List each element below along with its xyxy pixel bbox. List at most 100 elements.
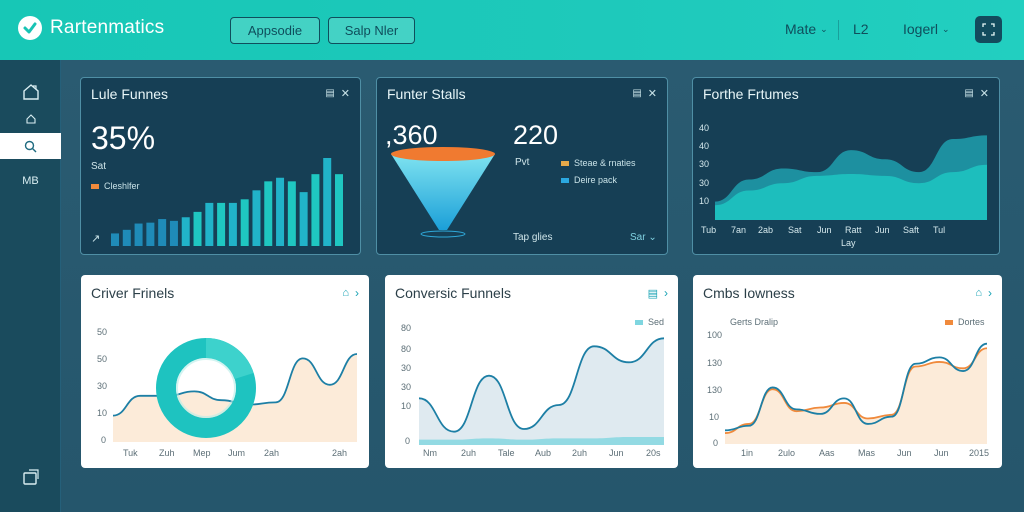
y-tick: 30 [401, 382, 412, 392]
sidebar-item-home-small[interactable] [0, 106, 61, 132]
x-tick: Tul [933, 225, 946, 235]
x-tick: Jun [897, 448, 912, 458]
card-controls: ▤ ✕ [632, 87, 657, 100]
x-tick: 7an [731, 225, 747, 235]
sidebar-item-label: MB [22, 175, 39, 187]
chevron-right-icon[interactable]: › [355, 286, 359, 300]
bar [111, 233, 119, 246]
y-tick: 30 [699, 159, 710, 169]
x-tick: 1in [741, 448, 754, 458]
x-tick: Jun [817, 225, 832, 235]
y-tick: 80 [401, 323, 412, 333]
sidebar-item-mb[interactable]: MB [0, 168, 61, 194]
y-tick: 0 [101, 435, 107, 445]
export-icon[interactable]: ▤ [648, 287, 658, 300]
salp-nler-button[interactable]: Salp Nler [328, 17, 415, 44]
bar [181, 217, 190, 246]
x-tick: Ratt [845, 225, 862, 235]
y-tick: 10 [401, 401, 412, 411]
y-tick: 130 [707, 358, 723, 368]
house-icon [25, 114, 36, 124]
l2-link[interactable]: L2 [853, 21, 869, 37]
x-tick: Tub [701, 225, 717, 235]
bar [287, 181, 296, 246]
x-tick: 20s [646, 448, 661, 458]
y-tick: 10 [97, 408, 108, 418]
footer-dropdown[interactable]: Sar ⌄ [630, 232, 657, 243]
sidebar-item-search[interactable] [0, 133, 61, 159]
close-icon[interactable]: ✕ [648, 87, 657, 100]
home-icon[interactable]: ⌂ [342, 287, 349, 299]
top-bar: Rartenmatics Appsodie Salp Nler Mate ⌄ L… [0, 0, 1024, 60]
bar [323, 158, 332, 246]
chevron-right-icon[interactable]: › [988, 286, 992, 300]
mate-dropdown[interactable]: Mate ⌄ [785, 21, 828, 37]
x-tick: Mep [193, 448, 211, 458]
bar [299, 192, 308, 246]
funnel-graphic [391, 147, 495, 238]
x-tick: Saft [903, 225, 920, 235]
sidebar: MB [0, 60, 61, 512]
card-controls: ▤ ✕ [964, 87, 989, 100]
y-tick: 0 [405, 436, 411, 446]
x-tick: 2015 [969, 448, 990, 458]
y-tick: 30 [97, 381, 108, 391]
bar [146, 222, 155, 246]
user-dropdown[interactable]: Iogerl ⌄ [903, 21, 950, 37]
footer-label: Tap glies [513, 232, 553, 243]
card-title: Lule Funnes [91, 86, 169, 102]
legend-item: Dortes [945, 317, 985, 327]
x-axis-label: Lay [841, 238, 856, 248]
arrow-icon: ↗ [91, 233, 101, 245]
card-conversic-funnels: Conversic Funnels ▤ › Sed 80 80 30 30 10… [385, 275, 678, 468]
y-tick: 40 [699, 123, 710, 133]
appsodie-button[interactable]: Appsodie [230, 17, 320, 44]
chevron-right-icon[interactable]: › [664, 286, 668, 300]
x-tick: Zuh [159, 448, 175, 458]
chevron-down-icon: ⌄ [820, 23, 828, 34]
x-tick: 2ah [332, 448, 348, 458]
chevron-down-icon: ⌄ [648, 232, 657, 243]
card-title: Cmbs Iowness [703, 285, 795, 301]
brand[interactable]: Rartenmatics [18, 16, 164, 40]
sidebar-item-home[interactable] [0, 79, 61, 105]
x-tick: Tale [498, 448, 515, 458]
x-tick: Mas [858, 448, 876, 458]
export-icon[interactable]: ▤ [964, 88, 973, 99]
y-tick: 30 [699, 178, 710, 188]
x-tick: Sat [788, 225, 802, 235]
close-icon[interactable]: ✕ [980, 87, 989, 100]
card-title: Funter Stalls [387, 86, 466, 102]
export-icon[interactable]: ▤ [325, 88, 334, 99]
home-icon[interactable]: ⌂ [975, 287, 982, 299]
close-icon[interactable]: ✕ [341, 87, 350, 100]
bar [311, 174, 320, 246]
y-tick: 0 [713, 438, 719, 448]
legend-swatch [945, 319, 953, 325]
card-controls: ⌂ › [975, 286, 992, 300]
sidebar-item-export[interactable] [0, 464, 61, 490]
card-controls: ▤ › [648, 286, 668, 300]
bar-chart [111, 158, 343, 246]
footer-dropdown-label: Sar [630, 232, 646, 243]
x-tick: 2uh [461, 448, 477, 458]
brand-logo-icon [18, 16, 42, 40]
x-tick: Tuk [123, 448, 138, 458]
x-tick: Aub [535, 448, 552, 458]
card-lule-funnes: Lule Funnes ▤ ✕ 35% Sat Cleshlfer ↗ [80, 77, 361, 255]
y-tick: 130 [707, 385, 723, 395]
card-title: Forthe Frtumes [703, 86, 799, 102]
bar [264, 181, 273, 246]
card-criver-frinels: Criver Frinels ⌂ › 50 50 30 10 0 Tuk Zuh… [81, 275, 369, 468]
card-title: Conversic Funnels [395, 285, 511, 301]
bar [169, 220, 178, 246]
export-icon[interactable]: ▤ [632, 88, 641, 99]
legend-item-2: Deire pack [561, 175, 617, 185]
export-icon [22, 469, 39, 485]
x-tick: 2uh [572, 448, 588, 458]
y-tick: 30 [401, 363, 412, 373]
y-tick: 50 [97, 327, 108, 337]
expand-icon[interactable] [975, 16, 1002, 43]
y-tick: 40 [699, 141, 710, 151]
card-title: Criver Frinels [91, 285, 175, 301]
